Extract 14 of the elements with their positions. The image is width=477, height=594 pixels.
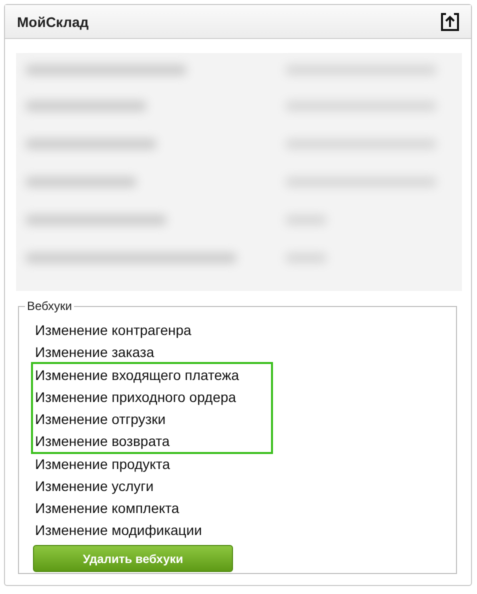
webhook-item: Изменение услуги (34, 477, 154, 496)
webhook-item: Изменение отгрузки (34, 410, 167, 429)
webhook-item: Изменение приходного ордера (34, 388, 238, 407)
webhook-item: Изменение продукта (34, 455, 170, 474)
webhook-item: Изменение входящего платежа (34, 366, 240, 385)
panel-title: МойСклад (17, 14, 89, 30)
webhook-item: Изменение возврата (34, 432, 171, 451)
webhook-item: Изменение заказа (34, 343, 154, 362)
delete-webhooks-button[interactable]: Удалить вебхуки (33, 545, 233, 572)
webhook-item: Изменение комплекта (34, 499, 180, 518)
webhook-item: Изменение модификации (34, 521, 202, 540)
group-legend: Вебхуки (25, 299, 74, 313)
webhook-item: Изменение контрагенра (34, 321, 192, 340)
export-icon[interactable] (439, 10, 461, 32)
